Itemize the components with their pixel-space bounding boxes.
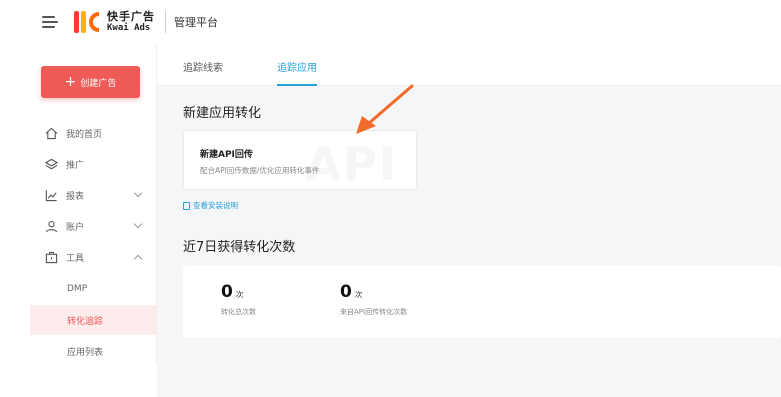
stat-label: 转化总次数 — [221, 308, 256, 316]
toolbox-icon — [44, 250, 58, 264]
sidebar-item-label: 我的首页 — [66, 129, 103, 140]
stat-total-conversions: 0次 转化总次数 — [221, 282, 256, 317]
stat-value: 0 — [340, 282, 352, 302]
stat-unit: 次 — [354, 290, 363, 299]
sidebar-item-label: 工具 — [66, 253, 85, 264]
sidebar-subitem-label: 转化追踪 — [67, 316, 104, 327]
sidebar-item-reports[interactable]: 报表 — [30, 184, 157, 206]
stat-value: 0 — [221, 282, 233, 302]
app-root: 快手广告 Kwai Ads 管理平台 + 创建广告 我的首页 推广 报表 账户 … — [0, 0, 781, 397]
create-ad-button[interactable]: + 创建广告 — [41, 66, 140, 98]
new-api-callback-card[interactable]: API 新建API回传 配合API回传数据/优化应用转化事件 — [183, 130, 417, 190]
install-guide-label: 查看安装说明 — [193, 201, 238, 210]
sidebar-subitem-app-list[interactable]: 应用列表 — [30, 336, 157, 366]
logo-en: Kwai Ads — [107, 23, 151, 33]
sidebar-subitem-conversion-tracking[interactable]: 转化追踪 — [30, 305, 157, 335]
logo-divider — [165, 11, 166, 33]
conversion-stats-card: 0次 转化总次数 0次 来自API回传转化次数 — [183, 266, 781, 338]
sidebar-item-label: 报表 — [66, 191, 85, 202]
tab-track-apps[interactable]: 追踪应用 — [277, 59, 317, 86]
top-bar: 快手广告 Kwai Ads 管理平台 — [30, 0, 781, 44]
user-icon — [44, 219, 58, 233]
card-description: 配合API回传数据/优化应用转化事件 — [200, 166, 320, 175]
tab-track-leads[interactable]: 追踪线索 — [183, 59, 223, 86]
kwai-logo-icon — [74, 10, 99, 34]
create-ad-label: 创建广告 — [80, 78, 117, 89]
logo-cn: 快手广告 — [107, 10, 155, 23]
sidebar-item-label: 推广 — [66, 160, 85, 171]
home-icon — [44, 126, 58, 140]
document-icon — [183, 201, 190, 210]
plus-icon: + — [64, 74, 77, 90]
card-watermark: API — [305, 137, 398, 190]
sidebar-item-tools[interactable]: 工具 — [30, 246, 157, 268]
section-title-new-conversion: 新建应用转化 — [183, 106, 262, 121]
page-gutter — [0, 0, 30, 397]
menu-toggle-icon[interactable] — [42, 16, 58, 28]
chevron-up-icon[interactable] — [133, 254, 143, 264]
sidebar-item-label: 账户 — [66, 222, 85, 233]
card-title: 新建API回传 — [200, 150, 253, 160]
sidebar-subitem-dmp[interactable]: DMP — [30, 274, 157, 304]
layers-icon — [44, 157, 58, 171]
platform-title: 管理平台 — [174, 16, 218, 29]
install-guide-link[interactable]: 查看安装说明 — [183, 200, 238, 211]
logo-text: 快手广告 Kwai Ads — [107, 11, 155, 33]
chevron-down-icon[interactable] — [133, 188, 143, 198]
tabs-bar: 追踪线索 追踪应用 — [157, 44, 781, 86]
section-title-7day-conversions: 近7日获得转化次数 — [183, 240, 296, 255]
sidebar-item-home[interactable]: 我的首页 — [30, 122, 157, 144]
stat-unit: 次 — [235, 290, 244, 299]
sidebar-item-promotion[interactable]: 推广 — [30, 153, 157, 175]
sidebar-subitem-label: DMP — [67, 284, 88, 294]
chevron-down-icon[interactable] — [133, 219, 143, 229]
stat-api-conversions: 0次 来自API回传转化次数 — [340, 282, 407, 317]
sidebar-subitem-label: 应用列表 — [67, 347, 104, 358]
main-content: 追踪线索 追踪应用 新建应用转化 API 新建API回传 配合API回传数据/优… — [157, 44, 781, 397]
stat-label: 来自API回传转化次数 — [340, 308, 408, 316]
sidebar-item-account[interactable]: 账户 — [30, 215, 157, 237]
sidebar: + 创建广告 我的首页 推广 报表 账户 工具 DMP 转化追踪 应用列表 — [30, 44, 157, 364]
chart-icon — [44, 188, 58, 202]
